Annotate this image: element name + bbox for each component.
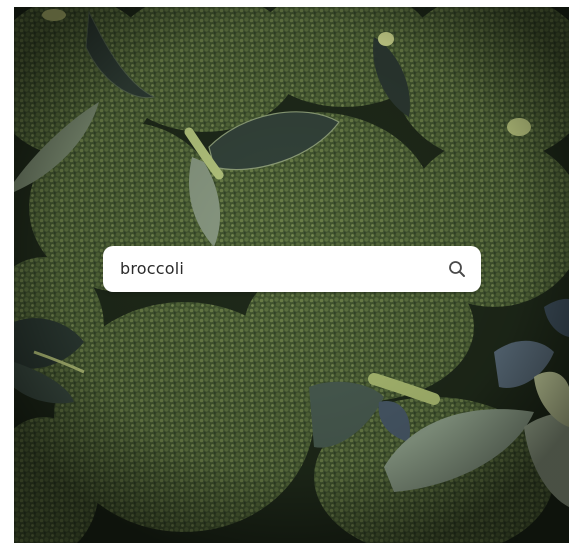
search-bar[interactable]: broccoli — [103, 246, 481, 292]
magnifier-icon[interactable] — [447, 259, 467, 279]
search-input[interactable]: broccoli — [120, 246, 184, 292]
screenshot-frame: broccoli — [0, 0, 579, 548]
